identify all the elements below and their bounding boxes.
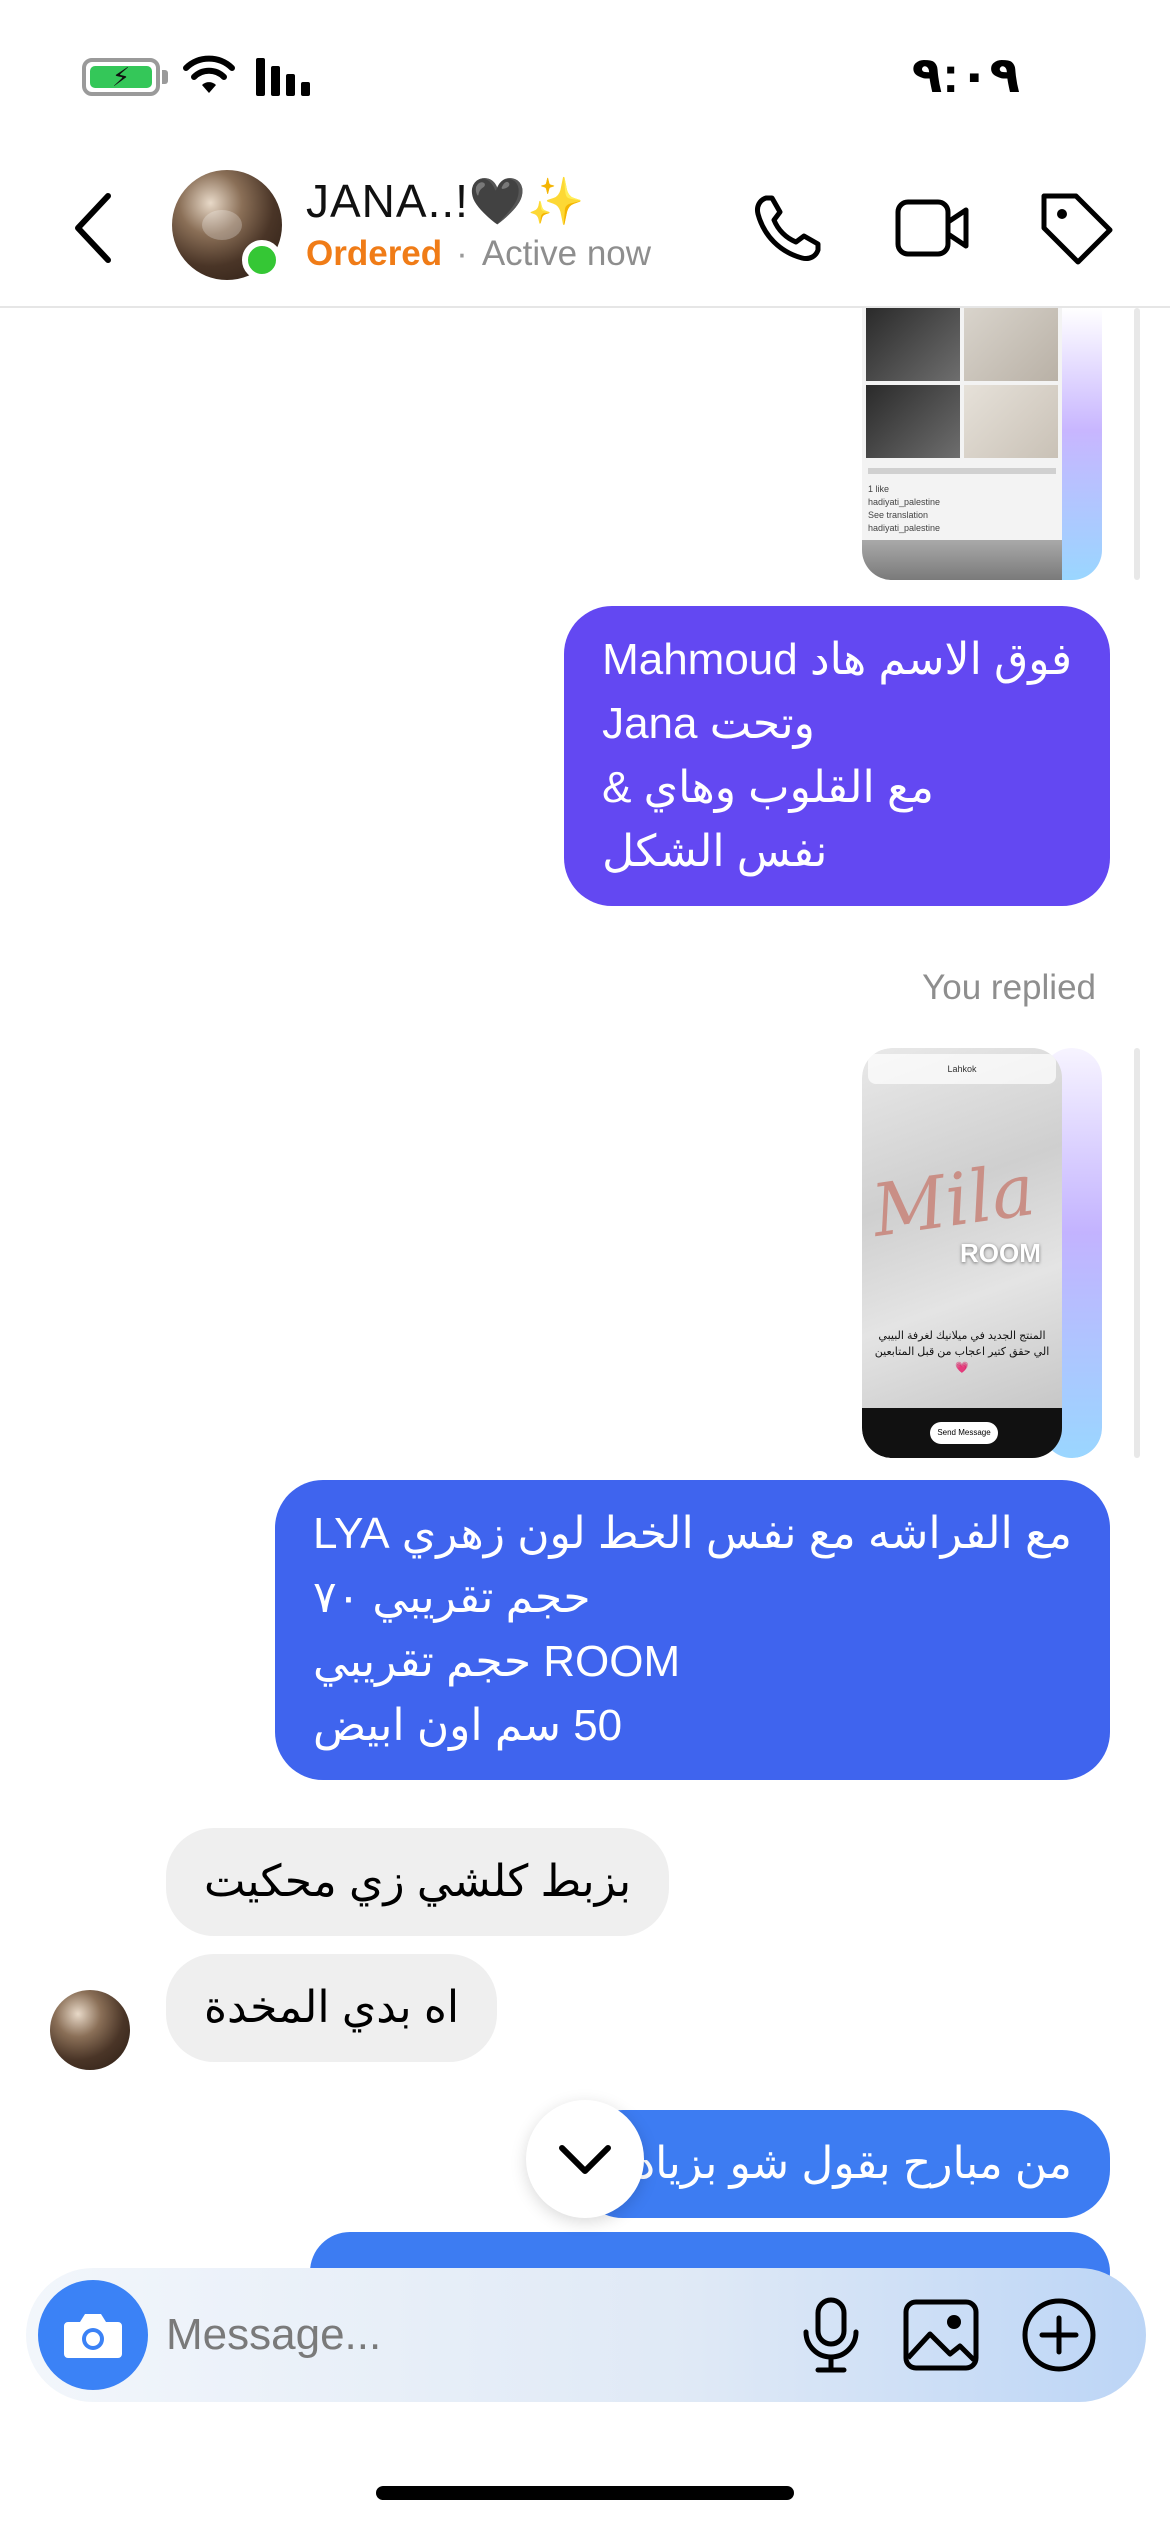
separator: ·	[456, 234, 468, 273]
signal-icon	[256, 58, 310, 96]
camera-button[interactable]	[38, 2280, 148, 2390]
video-camera-icon[interactable]	[892, 188, 972, 268]
contact-status: Ordered · Active now	[306, 234, 651, 274]
battery-tip	[162, 70, 168, 84]
incoming-message-2[interactable]: اه بدي المخدة	[166, 1954, 498, 2062]
outgoing-message-1[interactable]: فوق الاسم هاد Mahmoud وتحت Jana مع القلو…	[564, 606, 1110, 906]
presence-text: Active now	[481, 234, 652, 273]
online-indicator	[242, 240, 282, 280]
scroll-to-bottom-button[interactable]	[526, 2100, 644, 2218]
story-actions-bar	[868, 468, 1056, 474]
plus-circle-icon[interactable]	[1016, 2292, 1102, 2378]
outgoing-message-3[interactable]: من مبارح بقول شو بزياده	[574, 2110, 1110, 2218]
message-line: وتحت Jana	[602, 699, 815, 748]
outgoing-message-2[interactable]: مع الفراشه مع نفس الخط لون زهري LYA حجم …	[274, 1480, 1110, 1780]
message-text: من مبارح بقول شو بزياده	[612, 2139, 1073, 2188]
story-image-bottom	[862, 540, 1062, 580]
tag-icon[interactable]	[1036, 188, 1116, 268]
message-line: مع القلوب وهاي &	[602, 763, 934, 812]
message-line: حجم تقريبي ٧٠	[312, 1573, 591, 1622]
story-thread-line	[1134, 1048, 1140, 1458]
status-time: ٩:٠٩	[911, 47, 1020, 103]
chevron-left-icon[interactable]	[64, 190, 124, 266]
shared-story-1[interactable]: 1 like hadiyati_palestine See translatio…	[862, 308, 1102, 580]
story-send-message: Send Message	[930, 1422, 998, 1444]
message-line: نفس الشكل	[602, 827, 828, 876]
story-see-translation: See translation	[868, 510, 929, 520]
contact-avatar[interactable]	[172, 170, 282, 280]
sender-avatar[interactable]	[50, 1990, 130, 2070]
story-account: hadiyati_palestine	[868, 523, 941, 533]
incoming-message-1[interactable]: بزبط كلشي زي محكيت	[166, 1828, 670, 1936]
image-icon[interactable]	[898, 2292, 984, 2378]
story-product-grid	[866, 308, 1058, 458]
story-description: المنتج الجديد في ميلانيك لغرفة البيبي ال…	[874, 1330, 1050, 1374]
message-line: ROOM حجم تقريبي	[312, 1637, 681, 1686]
shared-story-2[interactable]: Lahkok Mila ROOM المنتج الجديد في ميلاني…	[862, 1048, 1102, 1458]
message-composer	[26, 2268, 1146, 2402]
home-indicator[interactable]	[376, 2486, 794, 2500]
battery-charging-icon: ⚡	[82, 58, 160, 96]
message-line: فوق الاسم هاد Mahmoud	[602, 635, 1072, 684]
story-like-text: 1 like	[868, 484, 890, 494]
story-room-text: ROOM	[960, 1238, 1041, 1268]
story-image: Lahkok Mila ROOM المنتج الجديد في ميلاني…	[862, 1048, 1062, 1458]
microphone-icon[interactable]	[788, 2292, 874, 2378]
message-line: 50 سم اون ابيض	[312, 1701, 623, 1750]
ordered-label: Ordered	[306, 234, 443, 273]
message-text: اه بدي المخدة	[204, 1983, 460, 2032]
phone-icon[interactable]	[748, 188, 828, 268]
chat-header: JANA..!🖤✨ Ordered · Active now	[0, 150, 1170, 308]
story-caption: 1 like hadiyati_palestine See translatio…	[868, 483, 1048, 535]
message-input[interactable]	[166, 2290, 766, 2380]
camera-icon	[64, 2314, 122, 2358]
status-bar: ⚡ ٩:٠٩	[0, 0, 1170, 150]
wifi-icon	[183, 55, 235, 93]
story-thread-line	[1134, 308, 1140, 580]
message-text: بزبط كلشي زي محكيت	[204, 1857, 632, 1906]
chevron-down-icon	[559, 2145, 611, 2174]
you-replied-label: You replied	[922, 968, 1096, 1007]
message-thread[interactable]: 1 like hadiyati_palestine See translatio…	[0, 308, 1170, 2532]
story-caption-account: hadiyati_palestine	[868, 497, 941, 507]
story-account: Lahkok	[868, 1054, 1056, 1084]
story-image: 1 like hadiyati_palestine See translatio…	[862, 308, 1062, 580]
contact-name[interactable]: JANA..!🖤✨	[306, 174, 585, 229]
message-line: مع الفراشه مع نفس الخط لون زهري LYA	[312, 1509, 1072, 1558]
